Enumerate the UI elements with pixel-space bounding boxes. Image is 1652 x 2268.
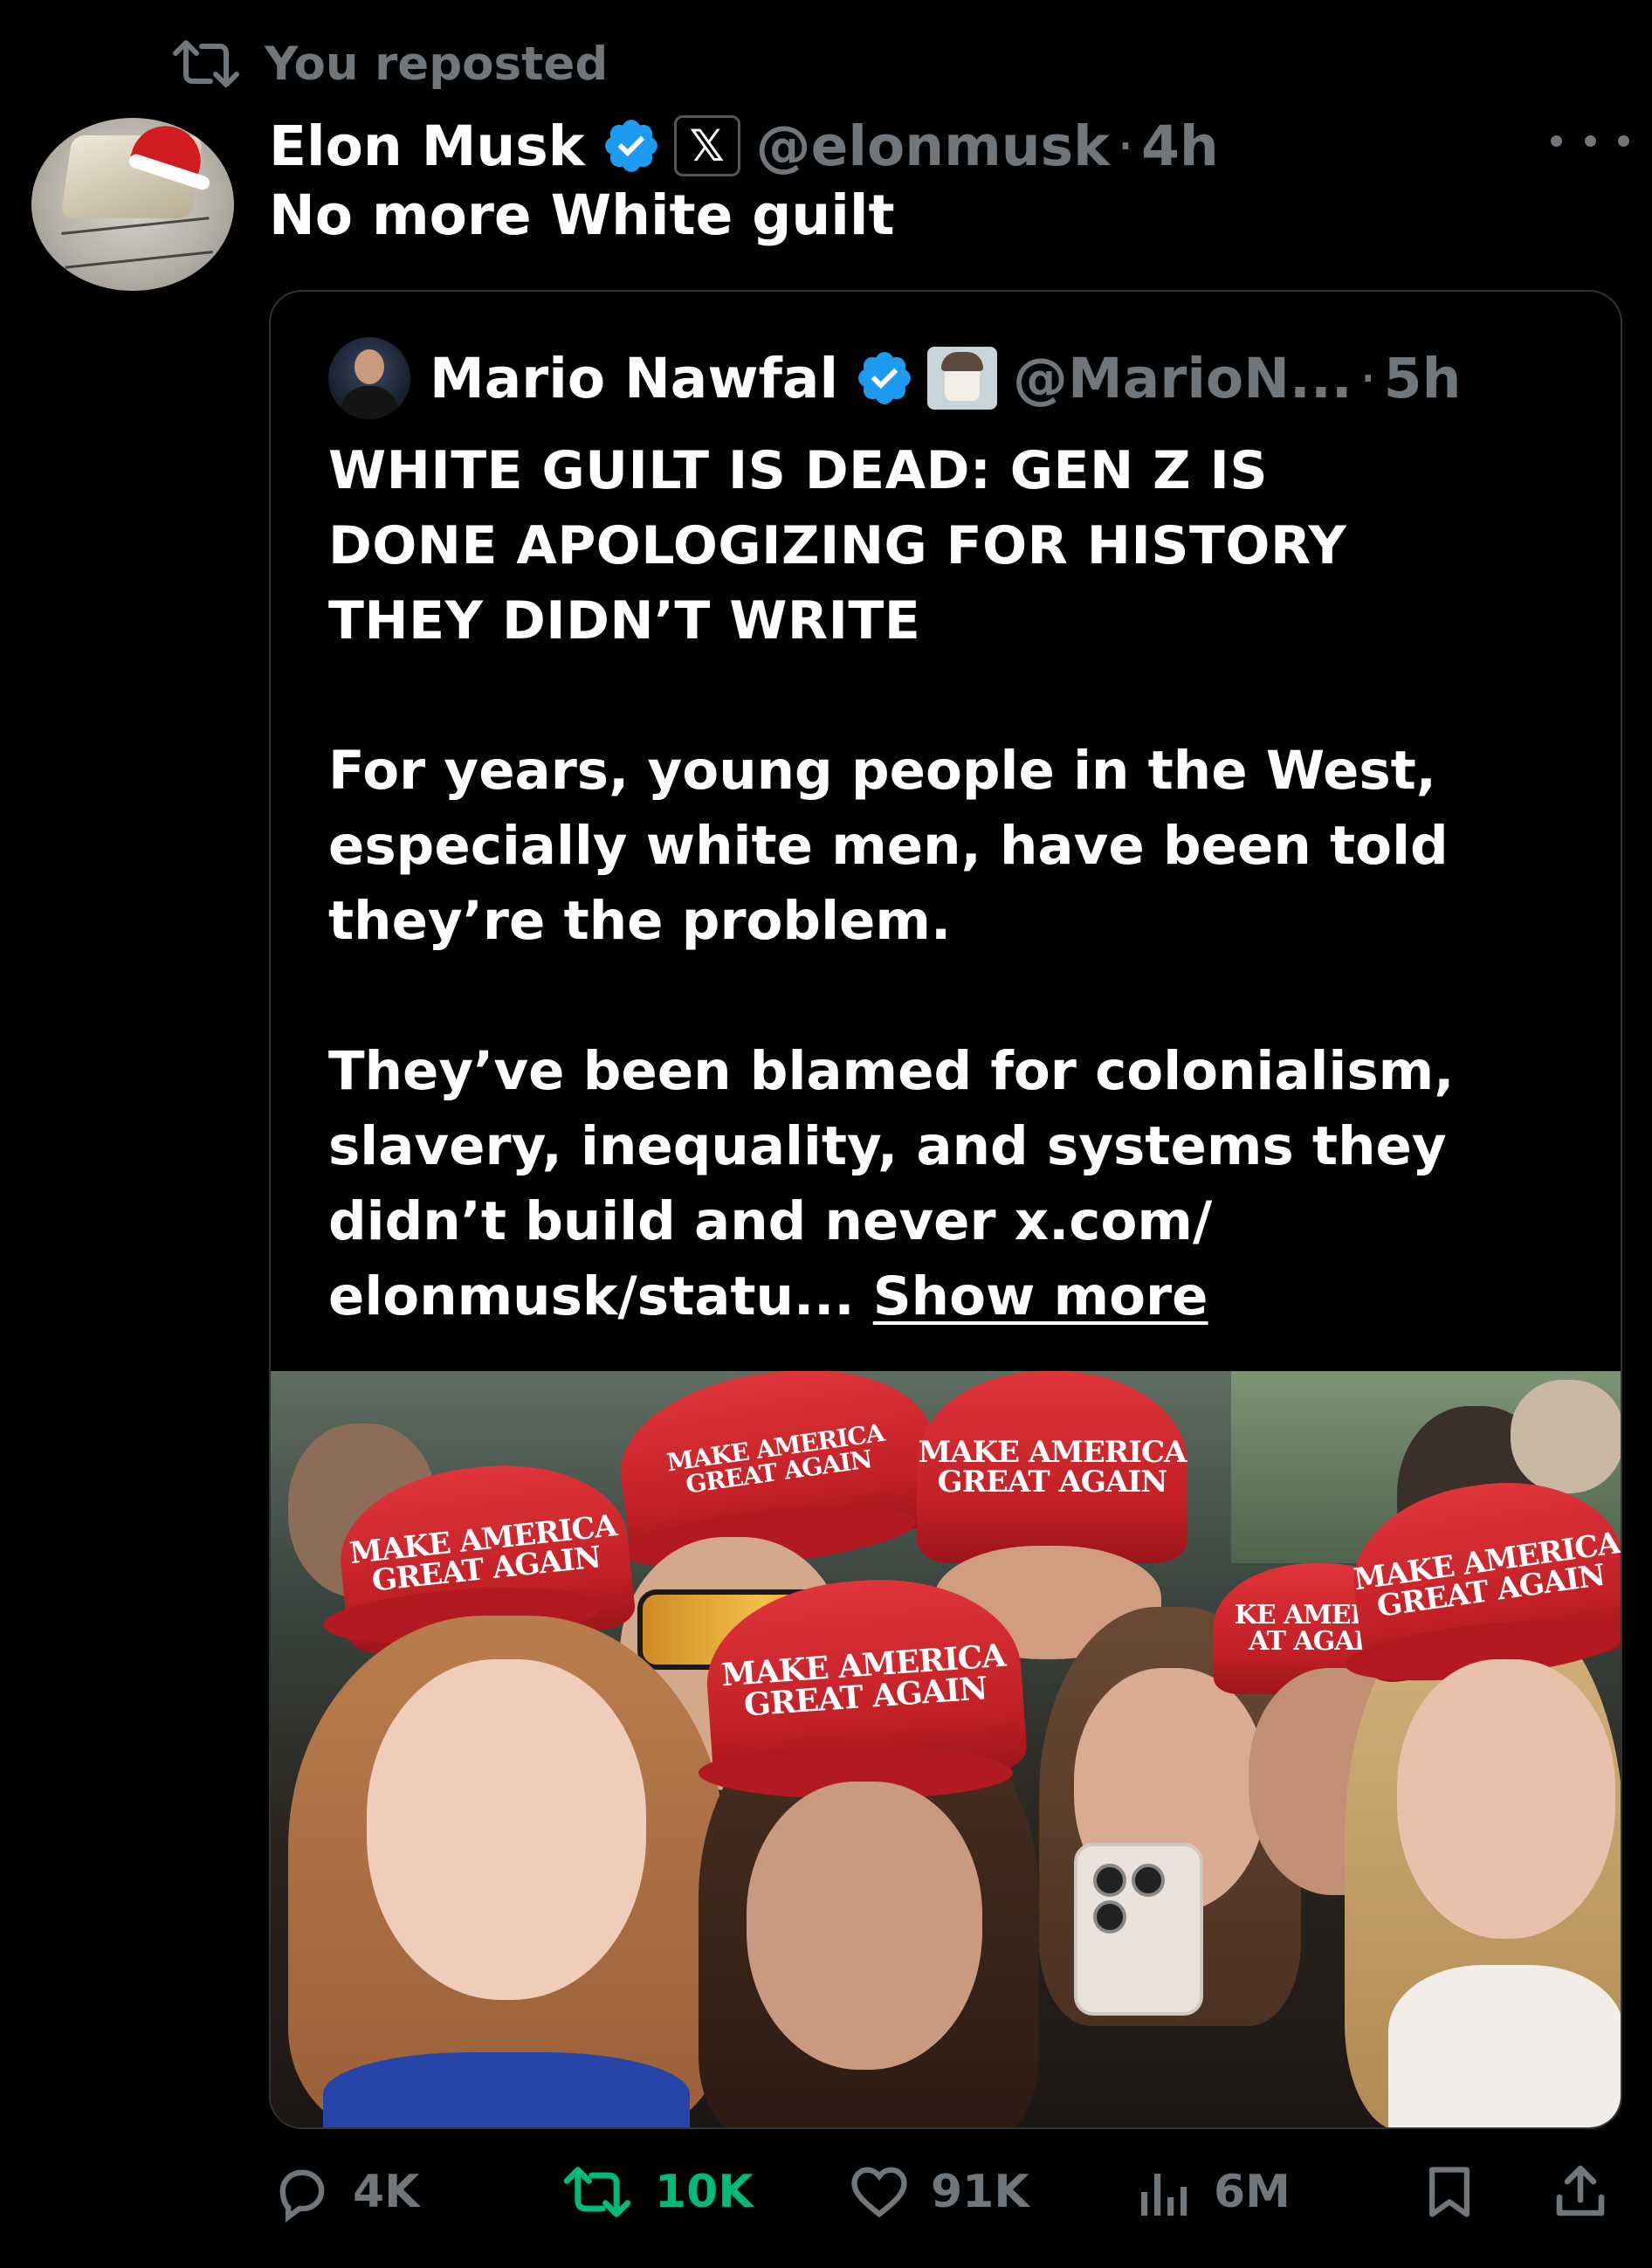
quoted-author-handle[interactable]: @MarioN... xyxy=(1013,347,1353,410)
share-button[interactable] xyxy=(1549,2157,1629,2227)
share-icon xyxy=(1556,2165,1605,2216)
person xyxy=(747,1782,982,2070)
paragraph-line: They’ve been blamed for colonialism, xyxy=(328,1040,1455,1102)
paragraph-line: For years, young people in the West, xyxy=(328,740,1436,802)
quoted-affiliate-badge-icon[interactable] xyxy=(927,347,998,410)
person xyxy=(1397,1659,1615,1939)
bookmark-icon xyxy=(1429,2167,1470,2217)
author-name[interactable]: Elon Musk xyxy=(269,114,585,178)
quoted-post-header: Mario Nawfal @MarioN... · 5h xyxy=(328,337,1462,419)
quoted-paragraph-2: They’ve been blamed for colonialism, sla… xyxy=(328,1034,1586,1334)
quoted-timestamp[interactable]: 5h xyxy=(1384,347,1462,410)
separator-dot: · xyxy=(1117,114,1135,178)
person xyxy=(367,1659,646,2000)
repost-banner: You reposted xyxy=(170,33,608,94)
repost-button[interactable]: 10K xyxy=(557,2157,754,2227)
analytics-icon xyxy=(1141,2174,1187,2216)
phone xyxy=(1074,1843,1203,2016)
paragraph-line: elonmusk/statu... Show more xyxy=(328,1259,1586,1334)
reply-button[interactable]: 4K xyxy=(269,2157,419,2227)
headline-line: DONE APOLOGIZING FOR HISTORY xyxy=(328,515,1347,576)
tweet-text: No more White guilt xyxy=(269,183,895,247)
quoted-post-image[interactable]: MAKE AMERICA GREAT AGAIN MAKE AMERICA GREA… xyxy=(271,1371,1621,2127)
views-button[interactable]: 6M xyxy=(1133,2157,1291,2227)
quoted-post[interactable]: Mario Nawfal @MarioN... · 5h WHITE GUILT… xyxy=(269,290,1622,2129)
more-options-button[interactable] xyxy=(1551,119,1629,162)
paragraph-line: slavery, inequality, and systems they xyxy=(328,1115,1447,1177)
bookmark-button[interactable] xyxy=(1420,2157,1497,2227)
verified-badge-icon xyxy=(604,120,657,172)
verified-badge-icon xyxy=(858,352,911,404)
campaign-cap: MAKE AMERICA GREAT AGAIN xyxy=(917,1371,1187,1563)
truncated-link[interactable]: elonmusk/statu... xyxy=(328,1265,873,1327)
headline-line: THEY DIDN’T WRITE xyxy=(328,590,921,651)
quoted-author-name[interactable]: Mario Nawfal xyxy=(430,347,838,410)
paragraph-line: didn’t build and never x.com/ xyxy=(328,1190,1213,1252)
more-icon xyxy=(1551,134,1562,147)
tweet-timestamp[interactable]: 4h xyxy=(1141,114,1219,178)
quoted-paragraph-1: For years, young people in the West, esp… xyxy=(328,734,1586,959)
affiliate-badge[interactable]: 𝕏 xyxy=(673,115,740,176)
reply-count: 4K xyxy=(353,2166,420,2218)
tweet-header: Elon Musk 𝕏 @elonmusk · 4h xyxy=(269,107,1219,185)
like-button[interactable]: 91K xyxy=(845,2157,1029,2227)
repost-icon xyxy=(173,40,239,87)
quoted-author-avatar[interactable] xyxy=(328,337,410,419)
heart-icon xyxy=(851,2167,907,2218)
author-handle[interactable]: @elonmusk xyxy=(756,114,1110,178)
views-count: 6M xyxy=(1214,2166,1291,2218)
quoted-headline: WHITE GUILT IS DEAD: GEN Z IS DONE APOLO… xyxy=(328,433,1586,658)
like-count: 91K xyxy=(931,2166,1029,2218)
reply-icon xyxy=(279,2169,325,2223)
show-more-link[interactable]: Show more xyxy=(873,1265,1208,1327)
author-avatar[interactable] xyxy=(31,118,234,291)
headline-line: WHITE GUILT IS DEAD: GEN Z IS xyxy=(328,440,1269,501)
repost-count: 10K xyxy=(655,2166,754,2218)
repost-banner-text: You reposted xyxy=(265,37,609,91)
paragraph-line: they’re the problem. xyxy=(328,890,952,952)
repost-icon xyxy=(563,2167,631,2217)
separator-dot: · xyxy=(1359,346,1377,410)
paragraph-line: especially white men, have been told xyxy=(328,815,1449,877)
action-bar: 4K 10K 91K 6M xyxy=(269,2157,1614,2227)
